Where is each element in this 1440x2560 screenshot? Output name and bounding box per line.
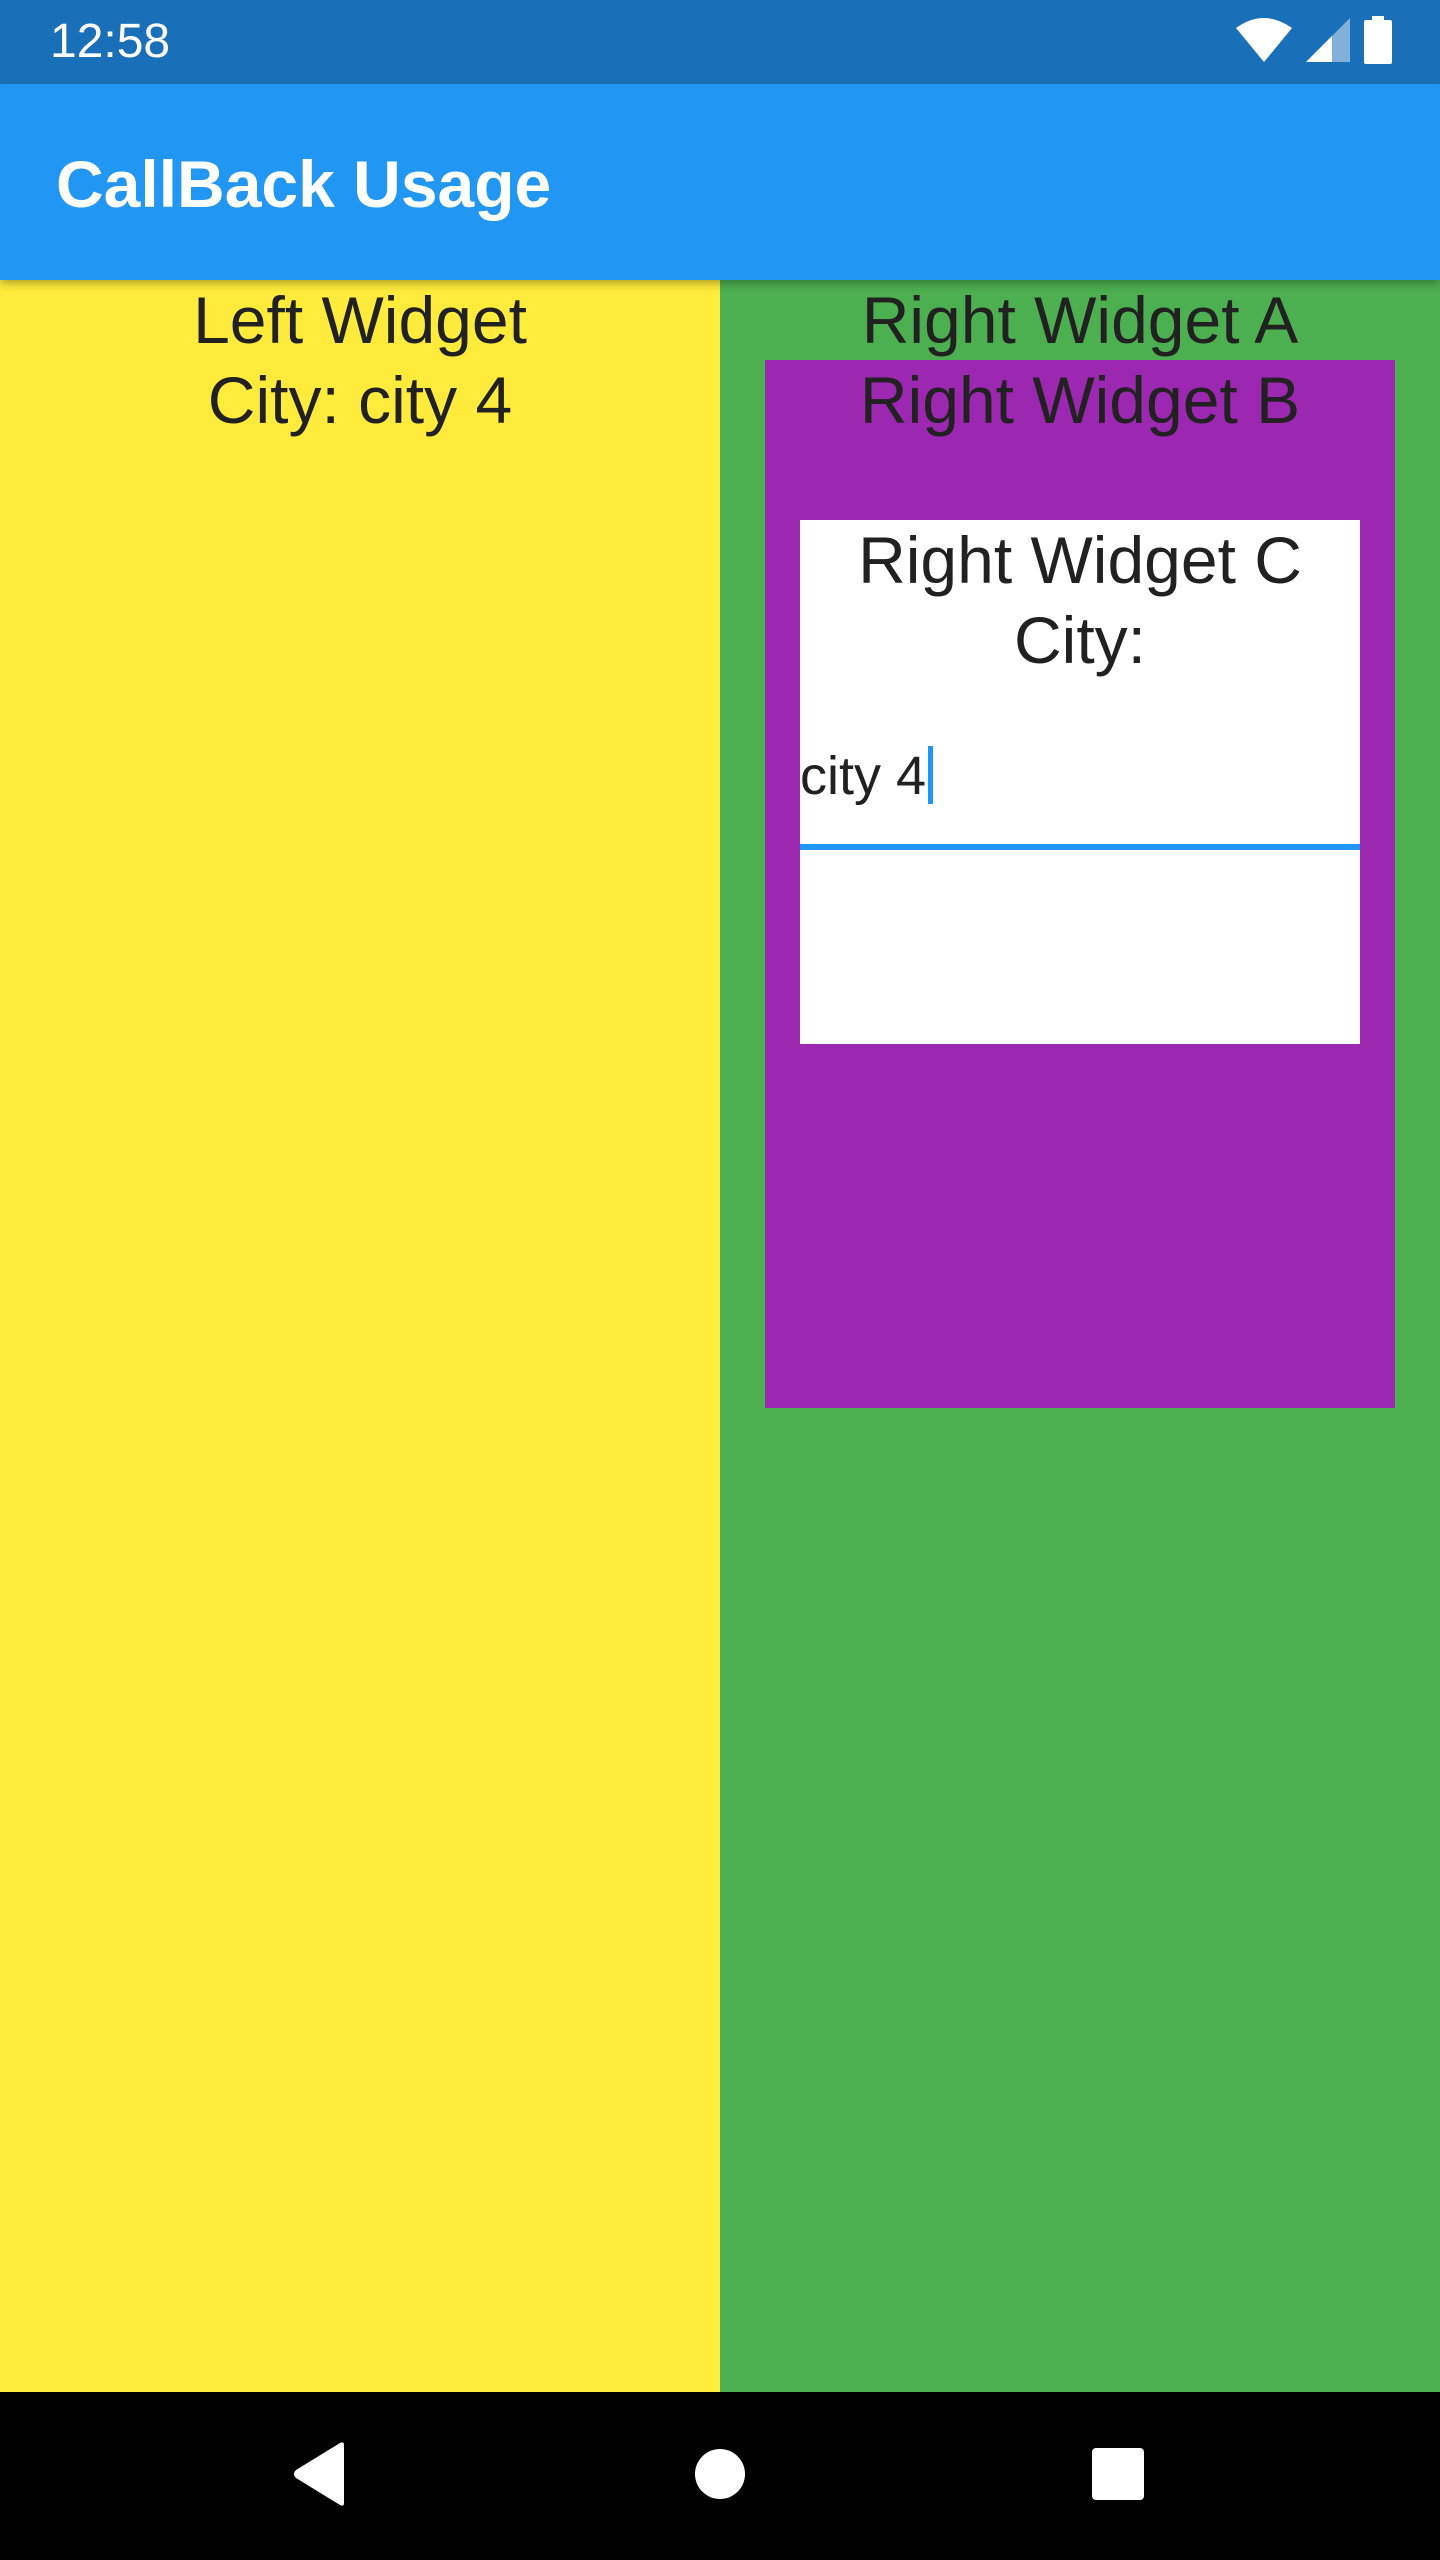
back-icon <box>290 2441 350 2512</box>
input-underline <box>800 844 1360 850</box>
right-widget-c-city-label: City: <box>1014 603 1146 677</box>
right-widget-b: Right Widget B Right Widget C City: city… <box>765 360 1395 1408</box>
wifi-icon <box>1236 17 1292 67</box>
right-widget-a-label: Right Widget A <box>861 283 1299 357</box>
left-widget-city-text: City: city 4 <box>207 363 513 437</box>
left-widget-label: Left Widget <box>193 283 527 357</box>
home-icon <box>694 2448 746 2505</box>
app-title: CallBack Usage <box>56 147 552 221</box>
text-cursor <box>928 746 934 804</box>
city-input-text[interactable]: city 4 <box>800 744 934 808</box>
home-button[interactable] <box>620 2392 820 2560</box>
screen: 12:58 CallBack Usage Left Widget City: c… <box>0 0 1440 2560</box>
status-time: 12:58 <box>50 15 171 68</box>
right-widget-c: Right Widget C City: city 4 <box>800 520 1360 1044</box>
city-input-field[interactable]: city 4 <box>800 700 1360 852</box>
right-widget-c-label: Right Widget C <box>858 523 1302 597</box>
battery-icon <box>1364 15 1392 69</box>
recents-button[interactable] <box>1018 2392 1218 2560</box>
right-widget-b-label: Right Widget B <box>859 363 1301 437</box>
cell-signal-icon <box>1306 17 1350 67</box>
left-widget: Left Widget City: city 4 <box>0 280 720 2392</box>
right-widget-a: Right Widget A Right Widget B Right Widg… <box>720 280 1440 2392</box>
back-button[interactable] <box>220 2392 420 2560</box>
app-bar: CallBack Usage <box>0 84 1440 280</box>
navigation-bar <box>0 2392 1440 2560</box>
status-bar: 12:58 <box>0 0 1440 84</box>
status-icons <box>1236 15 1392 69</box>
recents-icon <box>1091 2447 1145 2506</box>
city-input-value: city 4 <box>800 746 927 806</box>
